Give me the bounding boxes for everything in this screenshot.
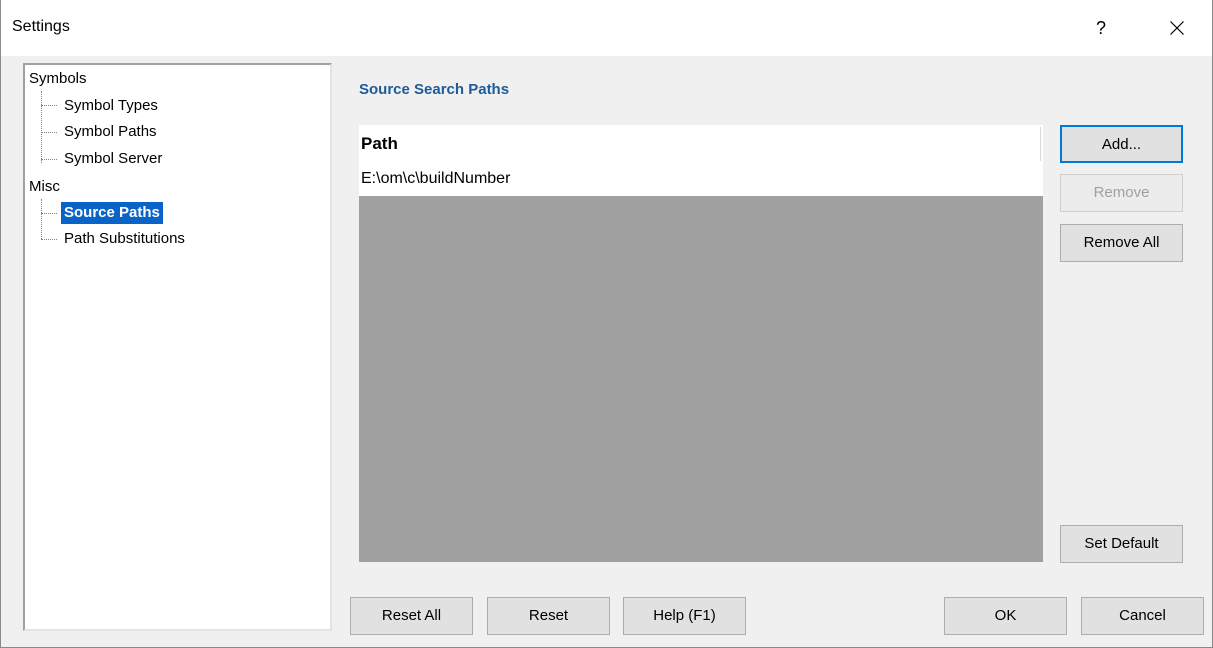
ok-button[interactable]: OK: [944, 597, 1067, 635]
tree-connector: [41, 239, 57, 240]
remove-button-label: Remove: [1093, 184, 1150, 201]
close-icon: [1170, 21, 1184, 35]
ok-button-label: OK: [994, 607, 1017, 624]
reset-all-button-label: Reset All: [381, 607, 442, 624]
settings-tree[interactable]: Symbols Symbol Types Symbol Paths Symbol…: [23, 63, 332, 631]
reset-button-label: Reset: [528, 607, 569, 624]
add-button-label: Add...: [1101, 136, 1142, 153]
tree-item-symbol-server[interactable]: Symbol Server: [61, 148, 165, 170]
column-divider[interactable]: [1040, 127, 1041, 161]
list-item[interactable]: E:\om\c\buildNumber: [359, 163, 1043, 196]
set-default-button[interactable]: Set Default: [1060, 525, 1183, 563]
help-button[interactable]: ?: [1083, 10, 1119, 46]
tree-connector: [41, 91, 42, 163]
tree-item-misc[interactable]: Misc: [29, 176, 60, 198]
remove-all-button-label: Remove All: [1083, 234, 1160, 251]
tree-connector: [41, 199, 42, 239]
tree-connector: [41, 132, 57, 133]
title-bar: Settings ?: [1, 0, 1212, 56]
add-button[interactable]: Add...: [1060, 125, 1183, 163]
cancel-button[interactable]: Cancel: [1081, 597, 1204, 635]
help-f1-button[interactable]: Help (F1): [623, 597, 746, 635]
remove-button[interactable]: Remove: [1060, 174, 1183, 212]
help-icon: ?: [1095, 18, 1106, 38]
tree-item-symbol-paths[interactable]: Symbol Paths: [61, 121, 160, 143]
cancel-button-label: Cancel: [1119, 607, 1166, 624]
set-default-button-label: Set Default: [1084, 535, 1159, 552]
reset-all-button[interactable]: Reset All: [350, 597, 473, 635]
close-button[interactable]: [1159, 10, 1195, 46]
list-header: Path: [359, 125, 1043, 163]
remove-all-button[interactable]: Remove All: [1060, 224, 1183, 262]
tree-item-source-paths[interactable]: Source Paths: [61, 202, 163, 224]
column-header-path[interactable]: Path: [361, 134, 398, 154]
tree-connector: [41, 159, 57, 160]
tree-item-symbol-types[interactable]: Symbol Types: [61, 95, 161, 117]
reset-button[interactable]: Reset: [487, 597, 610, 635]
section-title: Source Search Paths: [359, 81, 510, 98]
settings-dialog: Settings ? Symbols Symbol Types Symbol P…: [0, 0, 1213, 648]
source-paths-list[interactable]: Path E:\om\c\buildNumber: [359, 125, 1043, 562]
help-f1-button-label: Help (F1): [653, 607, 716, 624]
tree-connector: [41, 213, 57, 214]
list-item-path: E:\om\c\buildNumber: [361, 170, 511, 187]
tree-item-path-substitutions[interactable]: Path Substitutions: [61, 228, 188, 250]
tree-item-symbols[interactable]: Symbols: [29, 68, 87, 90]
window-title: Settings: [12, 18, 70, 35]
tree-connector: [41, 105, 57, 106]
